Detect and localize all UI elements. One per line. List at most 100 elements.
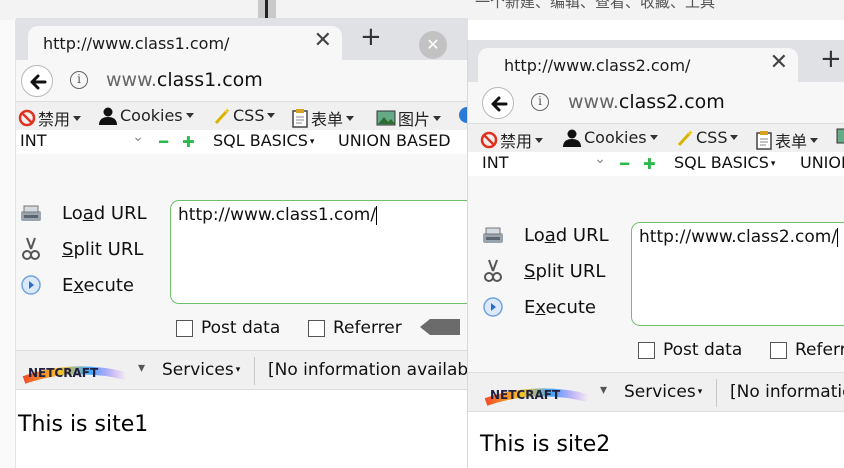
post-data-label: Post data: [663, 340, 743, 360]
tab-site1[interactable]: http://www.class1.com/ ✕: [28, 26, 342, 62]
images-menu[interactable]: 图片: [376, 106, 442, 130]
union-based-menu[interactable]: UNION BASED: [800, 153, 844, 172]
load-url-icon: [483, 227, 503, 243]
services-label: Services: [624, 382, 696, 402]
type-select[interactable]: INT ⌄: [20, 129, 146, 153]
sql-basics-menu[interactable]: SQL BASICS ▾: [674, 153, 775, 172]
url-domain: class2.com: [618, 91, 725, 113]
netcraft-logo[interactable]: NETCRAFT: [480, 381, 590, 407]
background-window-edge: [0, 20, 16, 468]
back-button[interactable]: [482, 87, 514, 119]
scissors-icon: [484, 259, 502, 282]
close-icon[interactable]: ✕: [314, 28, 332, 53]
url-domain: class1.com: [156, 69, 263, 91]
split-url-button[interactable]: Split URL: [18, 234, 143, 264]
netcraft-logo[interactable]: NETCRAFT: [18, 359, 128, 385]
info-icon[interactable]: i: [531, 93, 549, 111]
css-label: CSS: [696, 128, 728, 147]
arrow-left-icon[interactable]: [420, 318, 460, 336]
url-prefix: www.: [568, 91, 619, 113]
type-select[interactable]: INT ⌄: [482, 151, 608, 175]
image-icon[interactable]: [836, 128, 844, 144]
netcraft-dropdown-icon[interactable]: ▾: [600, 382, 607, 398]
cookies-menu[interactable]: Cookies: [562, 128, 658, 147]
split-url-button[interactable]: Split URL: [480, 256, 605, 286]
load-url-icon: [21, 205, 41, 221]
minus-icon[interactable]: ━: [159, 133, 168, 151]
chevron-down-icon: ⌄: [132, 129, 144, 145]
url-textarea[interactable]: http://www.class1.com/: [170, 200, 468, 304]
back-button[interactable]: [21, 65, 53, 97]
background-menu-text: 一个新建、编辑、查看、收藏、工具: [475, 0, 716, 11]
disable-menu[interactable]: 禁用: [18, 106, 82, 130]
execute-label: Execute: [524, 296, 596, 318]
window-splitter[interactable]: [258, 0, 276, 20]
netcraft-toolbar: NETCRAFT ▾ Services▾ [No information ava…: [468, 372, 844, 412]
load-url-button[interactable]: Load URL: [18, 198, 147, 228]
close-window-icon[interactable]: ✕: [419, 31, 447, 59]
new-tab-button[interactable]: +: [820, 44, 842, 74]
svg-text:NETCRAFT: NETCRAFT: [490, 388, 561, 402]
post-data-checkbox[interactable]: Post data: [176, 318, 280, 338]
site-info: [No information available]: [268, 360, 468, 380]
union-based-label: UNION BASED: [800, 153, 844, 172]
load-url-button[interactable]: Load URL: [480, 220, 609, 250]
clipboard-icon: [292, 109, 308, 128]
forms-menu[interactable]: 表单: [755, 128, 819, 152]
tab-title: http://www.class1.com/: [43, 34, 230, 53]
hackbar-toolbar: INT ⌄ ━ ✚ SQL BASICS▾ UNION BASED: [468, 151, 844, 176]
forms-menu[interactable]: 表单: [291, 106, 355, 130]
cookies-menu[interactable]: Cookies: [98, 106, 194, 125]
separator: [254, 357, 255, 385]
sql-basics-label: SQL BASICS: [674, 153, 769, 172]
new-tab-button[interactable]: +: [360, 22, 382, 52]
url-textarea-value: http://www.class1.com/: [178, 205, 377, 225]
browser-window-1: http://www.class1.com/ ✕ + ✕ i www.class…: [16, 18, 468, 468]
back-arrow-icon: [491, 96, 508, 112]
netcraft-dropdown-icon[interactable]: ▾: [138, 360, 145, 376]
separator: [716, 379, 717, 407]
load-url-label: Load URL: [62, 202, 147, 224]
close-icon[interactable]: ✕: [770, 50, 788, 75]
referrer-checkbox[interactable]: Referrer: [308, 318, 402, 338]
tab-title: http://www.class2.com/: [504, 56, 691, 75]
forms-label: 表单: [775, 132, 808, 151]
tab-site2[interactable]: http://www.class2.com/ ✕: [478, 48, 798, 84]
back-arrow-icon: [30, 74, 47, 90]
desktop: 一个新建、编辑、查看、收藏、工具 http://www.class1.com/ …: [0, 0, 844, 468]
no-entry-icon: [480, 131, 498, 149]
clipboard-icon: [756, 131, 772, 150]
services-menu[interactable]: Services ▾: [624, 382, 702, 402]
info-icon[interactable]: i: [70, 71, 88, 89]
plus-icon[interactable]: ✚: [182, 133, 195, 151]
site-info: [No information available]: [730, 382, 844, 402]
union-based-label: UNION BASED: [338, 131, 451, 150]
disable-menu[interactable]: 禁用: [480, 128, 544, 152]
address-bar[interactable]: www.class1.com: [106, 69, 263, 91]
address-bar[interactable]: www.class2.com: [568, 91, 725, 113]
css-menu[interactable]: CSS: [213, 106, 276, 125]
disable-label: 禁用: [38, 110, 71, 129]
magic-wand-icon: [214, 107, 230, 124]
css-menu[interactable]: CSS: [676, 128, 739, 147]
execute-button[interactable]: Execute: [18, 270, 134, 300]
sql-basics-menu[interactable]: SQL BASICS ▾: [213, 131, 314, 150]
type-select-value: INT: [482, 153, 509, 172]
tab-strip: http://www.class1.com/ ✕ + ✕: [16, 18, 468, 62]
url-textarea[interactable]: http://www.class2.com/: [631, 222, 844, 326]
minus-icon[interactable]: ━: [620, 155, 629, 173]
union-based-menu[interactable]: UNION BASED: [338, 131, 451, 150]
magic-wand-icon: [677, 129, 693, 146]
toolbar-bookmarks: 禁用 Cookies CSS 表单: [468, 124, 844, 152]
services-label: Services: [162, 360, 234, 380]
referrer-checkbox[interactable]: Referrer: [770, 340, 844, 360]
background-window-strip: 一个新建、编辑、查看、收藏、工具: [0, 0, 844, 20]
scissors-icon: [22, 237, 40, 260]
type-select-value: INT: [20, 131, 47, 150]
plus-icon[interactable]: ✚: [643, 155, 656, 173]
post-data-checkbox[interactable]: Post data: [638, 340, 742, 360]
url-textarea-value: http://www.class2.com/: [639, 227, 838, 247]
execute-button[interactable]: Execute: [480, 292, 596, 322]
page-body-text: This is site1: [18, 412, 149, 437]
services-menu[interactable]: Services ▾: [162, 360, 240, 380]
